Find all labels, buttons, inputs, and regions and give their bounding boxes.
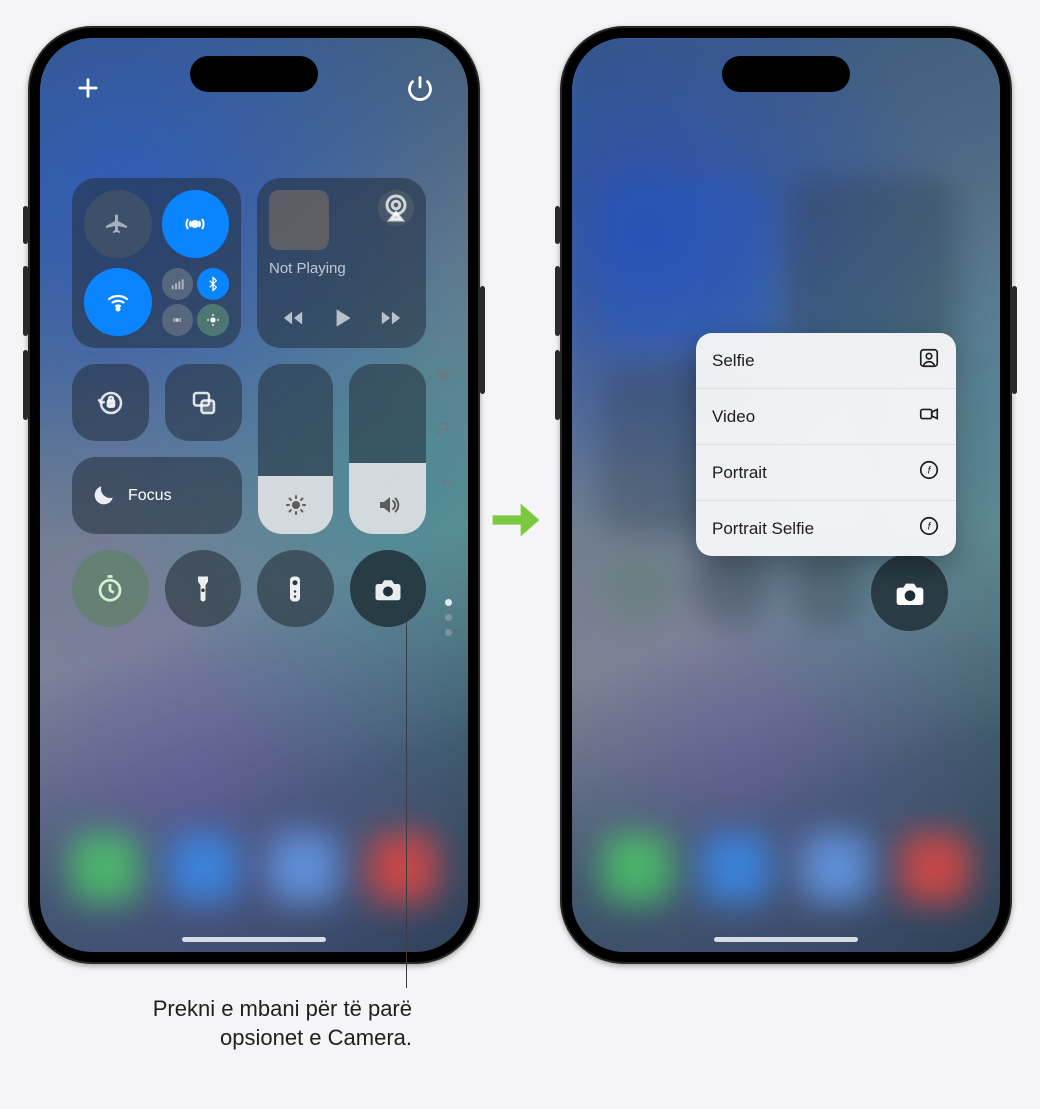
- airplane-mode-toggle[interactable]: [84, 190, 152, 258]
- timer-button[interactable]: [72, 550, 149, 627]
- camera-menu-selfie[interactable]: Selfie: [696, 333, 956, 389]
- add-control-button[interactable]: [74, 74, 102, 102]
- phone-frame-right: Selfie Video Portrait f Portrait Selfie …: [560, 26, 1012, 964]
- dock-blur: [40, 820, 468, 916]
- phone-side-button: [480, 286, 485, 394]
- connectivity-panel[interactable]: [72, 178, 241, 348]
- screen-mirroring-button[interactable]: [165, 364, 242, 441]
- camera-menu-video[interactable]: Video: [696, 389, 956, 445]
- svg-text:f: f: [928, 522, 932, 533]
- remote-button[interactable]: [257, 550, 334, 627]
- camera-options-menu: Selfie Video Portrait f Portrait Selfie …: [696, 333, 956, 556]
- phone-side-button: [555, 206, 560, 244]
- forward-button[interactable]: [380, 307, 402, 334]
- phone-side-button: [23, 206, 28, 244]
- video-icon: [918, 403, 940, 430]
- camera-menu-portrait-selfie[interactable]: Portrait Selfie f: [696, 501, 956, 556]
- svg-text:f: f: [928, 466, 932, 477]
- camera-button[interactable]: [871, 554, 948, 631]
- aperture-icon: f: [918, 459, 940, 486]
- mini-connectivity-cluster[interactable]: [162, 268, 230, 336]
- rewind-button[interactable]: [282, 307, 304, 334]
- aperture-icon: f: [918, 515, 940, 542]
- camera-button[interactable]: [350, 550, 427, 627]
- phone-side-button: [23, 350, 28, 420]
- menu-item-label: Selfie: [712, 351, 755, 371]
- person-square-icon: [918, 347, 940, 374]
- screen: Not Playing: [40, 38, 468, 952]
- bluetooth-toggle[interactable]: [197, 268, 229, 300]
- volume-side-indicators: [434, 366, 452, 495]
- phone-frame-left: Not Playing: [28, 26, 480, 964]
- hotspot-toggle[interactable]: [162, 304, 194, 336]
- callout-leader-line: [406, 612, 407, 988]
- satellite-toggle[interactable]: [197, 304, 229, 336]
- control-center-page-dots[interactable]: [445, 599, 452, 636]
- music-note-icon: [434, 419, 452, 442]
- menu-item-label: Video: [712, 407, 755, 427]
- broadcast-icon: [434, 472, 452, 495]
- speaker-icon: [376, 493, 400, 522]
- album-art-placeholder: [269, 190, 329, 250]
- volume-slider[interactable]: [349, 364, 426, 534]
- wifi-toggle[interactable]: [84, 268, 152, 336]
- dock-blur: [572, 820, 1000, 916]
- home-indicator[interactable]: [714, 937, 858, 942]
- airplay-icon[interactable]: [378, 190, 414, 226]
- moon-icon: [90, 483, 116, 509]
- camera-icon: [894, 577, 926, 609]
- power-button[interactable]: [406, 74, 434, 102]
- sun-icon: [284, 493, 308, 522]
- phone-side-button: [1012, 286, 1017, 394]
- phone-side-button: [555, 350, 560, 420]
- home-indicator[interactable]: [182, 937, 326, 942]
- phone-side-button: [23, 266, 28, 336]
- focus-button[interactable]: Focus: [72, 457, 242, 534]
- menu-item-label: Portrait: [712, 463, 767, 483]
- brightness-slider[interactable]: [258, 364, 333, 534]
- menu-item-label: Portrait Selfie: [712, 519, 814, 539]
- heart-icon: [434, 366, 452, 389]
- flashlight-button[interactable]: [165, 550, 242, 627]
- play-button[interactable]: [329, 305, 355, 336]
- now-playing-status: Not Playing: [269, 260, 414, 277]
- camera-icon: [373, 574, 403, 604]
- airdrop-toggle[interactable]: [162, 190, 230, 258]
- screen: Selfie Video Portrait f Portrait Selfie …: [572, 38, 1000, 952]
- callout-caption: Prekni e mbani për të parë opsionet e Ca…: [96, 994, 412, 1052]
- transition-arrow-icon: [488, 492, 544, 553]
- now-playing-panel[interactable]: Not Playing: [257, 178, 426, 348]
- dynamic-island: [722, 56, 850, 92]
- focus-label: Focus: [128, 487, 172, 505]
- camera-menu-portrait[interactable]: Portrait f: [696, 445, 956, 501]
- orientation-lock-button[interactable]: [72, 364, 149, 441]
- cellular-toggle[interactable]: [162, 268, 194, 300]
- phone-side-button: [555, 266, 560, 336]
